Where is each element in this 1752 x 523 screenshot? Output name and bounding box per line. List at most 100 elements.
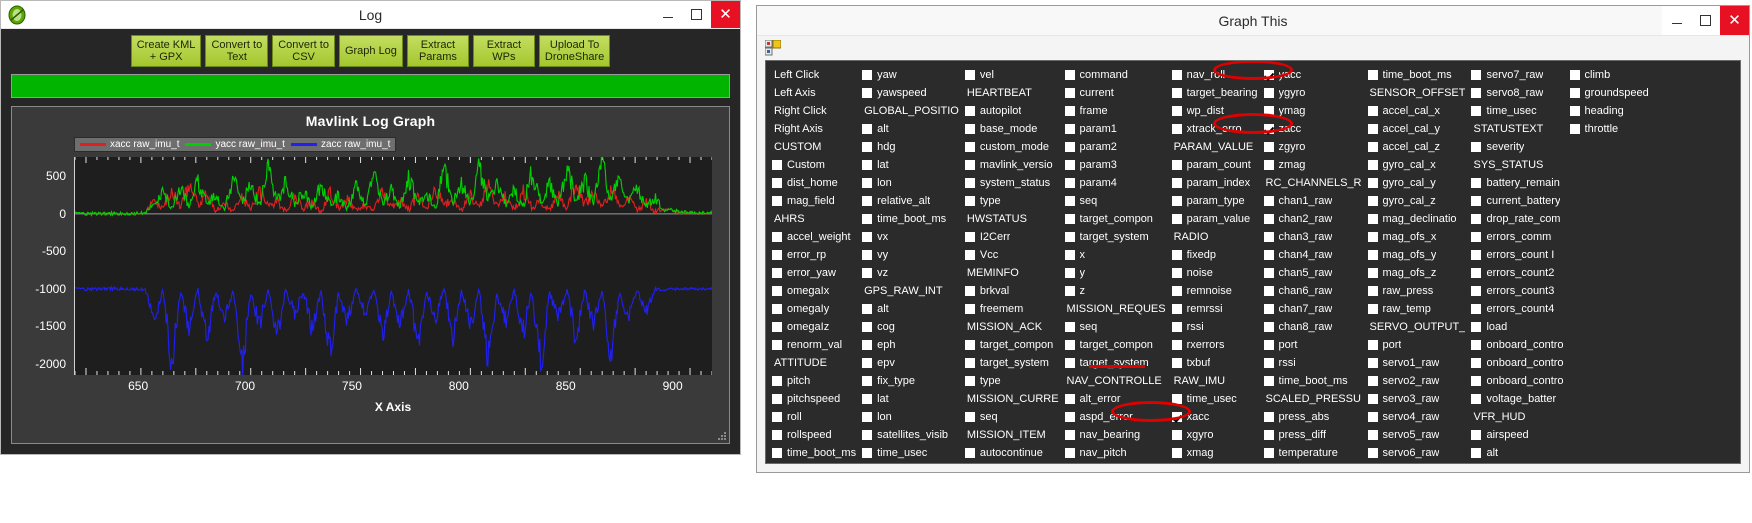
field-checkbox-row[interactable]: servo8_raw [1471,84,1563,102]
log-window-titlebar[interactable]: Log ✕ [1,1,740,29]
checkbox-icon[interactable] [1171,106,1182,116]
field-checkbox-row[interactable]: vel [964,66,1059,84]
field-checkbox-row[interactable]: servo2_raw [1367,372,1466,390]
checkbox-icon[interactable] [1471,268,1482,278]
checkbox-checked-icon[interactable] [1263,70,1274,80]
field-checkbox-row[interactable]: voltage_batter [1471,390,1563,408]
field-checkbox-row[interactable]: command [1064,66,1166,84]
checkbox-icon[interactable] [964,106,975,116]
field-checkbox-row[interactable]: servo1_raw [1367,354,1466,372]
checkbox-icon[interactable] [1064,322,1075,332]
checkbox-icon[interactable] [1064,394,1075,404]
checkbox-icon[interactable] [1471,448,1482,458]
field-checkbox-row[interactable]: error_rp [772,246,856,264]
field-checkbox-row[interactable]: Custom [772,156,856,174]
checkbox-icon[interactable] [862,394,873,404]
field-checkbox-row[interactable]: type [964,372,1059,390]
checkbox-icon[interactable] [1171,268,1182,278]
checkbox-icon[interactable] [1171,358,1182,368]
checkbox-icon[interactable] [964,304,975,314]
field-checkbox-row[interactable]: yawspeed [862,84,959,102]
checkbox-icon[interactable] [862,88,873,98]
checkbox-icon[interactable] [1367,268,1378,278]
checkbox-icon[interactable] [862,70,873,80]
field-checkbox-row[interactable]: param_type [1171,192,1258,210]
field-checkbox-row[interactable]: target_system [1064,228,1166,246]
field-checkbox-row[interactable]: remnoise [1171,282,1258,300]
checkbox-icon[interactable] [862,178,873,188]
checkbox-icon[interactable] [1367,214,1378,224]
field-checkbox-row[interactable]: temperature [1263,444,1362,462]
field-checkbox-row[interactable]: vx [862,228,959,246]
field-checkbox-row[interactable]: nav_bearing [1064,426,1166,444]
checkbox-icon[interactable] [1367,286,1378,296]
maximize-button[interactable] [1691,6,1720,35]
field-checkbox-row[interactable]: y [1064,264,1166,282]
checkbox-icon[interactable] [1171,340,1182,350]
checkbox-icon[interactable] [1471,340,1482,350]
field-checkbox-row[interactable]: time_usec [862,444,959,462]
field-checkbox-row[interactable]: time_usec [1171,390,1258,408]
field-checkbox-row[interactable]: climb [1569,66,1649,84]
field-checkbox-row[interactable]: time_usec [1471,102,1563,120]
checkbox-icon[interactable] [1569,106,1580,116]
checkbox-icon[interactable] [1471,196,1482,206]
checkbox-icon[interactable] [1171,394,1182,404]
checkbox-icon[interactable] [1367,142,1378,152]
field-checkbox-row[interactable]: errors_count2 [1471,264,1563,282]
field-checkbox-row[interactable]: chan2_raw [1263,210,1362,228]
field-checkbox-row[interactable]: omegaIy [772,300,856,318]
field-checkbox-row[interactable]: renorm_val [772,336,856,354]
field-checkbox-row[interactable]: seq [1064,192,1166,210]
field-checkbox-row[interactable]: mag_ofs_z [1367,264,1466,282]
field-checkbox-row[interactable]: groundspeed [1569,84,1649,102]
field-checkbox-row[interactable]: frame [1064,102,1166,120]
checkbox-icon[interactable] [1263,412,1274,422]
field-checkbox-row[interactable]: base_mode [964,120,1059,138]
field-checkbox-row[interactable]: wp_dist [1171,102,1258,120]
checkbox-icon[interactable] [772,268,782,278]
checkbox-icon[interactable] [1367,412,1378,422]
checkbox-icon[interactable] [1471,358,1482,368]
field-checkbox-row[interactable]: target_compon [1064,210,1166,228]
field-checkbox-row[interactable]: vz [862,264,959,282]
field-checkbox-row[interactable]: raw_temp [1367,300,1466,318]
checkbox-icon[interactable] [772,196,782,206]
checkbox-icon[interactable] [862,430,873,440]
field-checkbox-row[interactable]: mag_ofs_x [1367,228,1466,246]
checkbox-icon[interactable] [862,340,873,350]
field-checkbox-row[interactable]: remrssi [1171,300,1258,318]
field-checkbox-row[interactable]: z [1064,282,1166,300]
checkbox-checked-icon[interactable] [1263,124,1274,134]
checkbox-icon[interactable] [862,412,873,422]
field-checkbox-row[interactable]: errors_comm [1471,228,1563,246]
field-checkbox-row[interactable]: fix_type [862,372,959,390]
field-checkbox-row[interactable]: zgyro [1263,138,1362,156]
checkbox-icon[interactable] [772,394,782,404]
checkbox-icon[interactable] [1367,160,1378,170]
checkbox-icon[interactable] [1569,124,1580,134]
checkbox-icon[interactable] [1367,124,1378,134]
checkbox-icon[interactable] [862,214,873,224]
field-checkbox-row[interactable]: accel_cal_y [1367,120,1466,138]
checkbox-icon[interactable] [1471,304,1482,314]
checkbox-icon[interactable] [862,322,873,332]
field-checkbox-row[interactable]: fixedp [1171,246,1258,264]
checkbox-icon[interactable] [1471,250,1482,260]
field-checkbox-row[interactable]: chan6_raw [1263,282,1362,300]
field-checkbox-row[interactable]: rxerrors [1171,336,1258,354]
field-checkbox-row[interactable]: lon [862,408,959,426]
checkbox-icon[interactable] [964,160,975,170]
checkbox-icon[interactable] [1367,178,1378,188]
convert-to-csv-button[interactable]: Convert to CSV [272,35,335,67]
field-checkbox-row[interactable]: alt [862,300,959,318]
field-checkbox-row[interactable]: accel_cal_x [1367,102,1466,120]
checkbox-icon[interactable] [1171,250,1182,260]
field-checkbox-row[interactable]: port [1263,336,1362,354]
checkbox-icon[interactable] [862,448,873,458]
checkbox-icon[interactable] [1171,160,1182,170]
checkbox-icon[interactable] [1471,70,1482,80]
field-checkbox-row[interactable]: relative_alt [862,192,959,210]
checkbox-icon[interactable] [1263,142,1274,152]
checkbox-icon[interactable] [1064,214,1075,224]
